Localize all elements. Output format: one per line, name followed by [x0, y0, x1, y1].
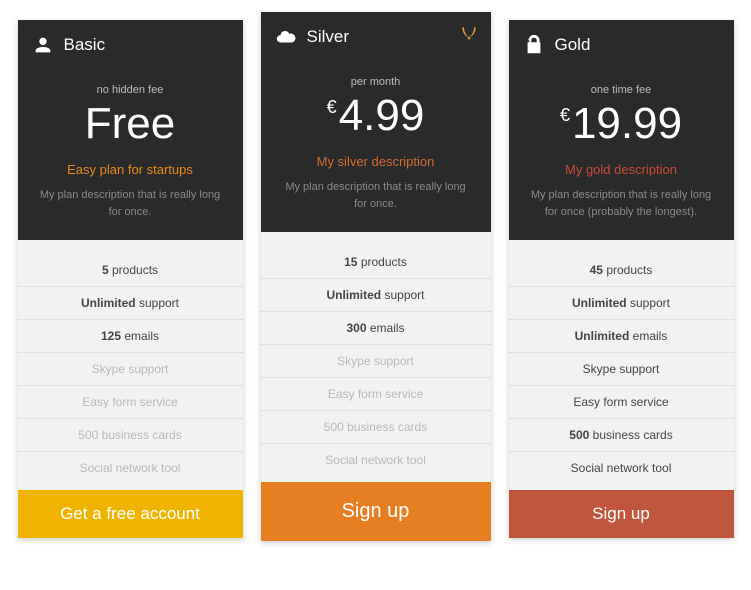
tagline: Easy plan for startups [32, 162, 229, 177]
plan-silver: Silver per month €4.99 My silver descriptio… [261, 12, 491, 541]
laurel-icon [459, 24, 479, 44]
feature-item: Social network tool [261, 444, 491, 476]
feature-bold: Unlimited [326, 288, 381, 302]
price-amount: 19.99 [572, 100, 682, 148]
price-box: per month €4.99 My silver description My pl… [261, 58, 491, 232]
price-amount: Free [85, 100, 175, 148]
long-description: My plan description that is really long … [523, 187, 720, 220]
fee-label: per month [275, 76, 477, 88]
feature-item: Unlimited emails [509, 320, 734, 353]
feature-text: business cards [593, 428, 673, 442]
feature-bold: 300 [346, 321, 366, 335]
feature-item: Easy form service [509, 386, 734, 419]
feature-text: support [139, 296, 179, 310]
feature-text: Easy form service [573, 395, 668, 409]
plan-header: Basic [18, 20, 243, 66]
feature-bold: 5 [102, 263, 109, 277]
price: €4.99 [327, 92, 425, 140]
feature-item: 500 business cards [509, 419, 734, 452]
pricing-container: Basic no hidden fee Free Easy plan for star… [10, 20, 741, 541]
plan-title: Basic [64, 35, 106, 55]
feature-text: products [606, 263, 652, 277]
feature-item: 500 business cards [261, 411, 491, 444]
plan-gold: Gold one time fee €19.99 My gold descriptio… [509, 20, 734, 538]
feature-text: Skype support [92, 362, 169, 376]
price: €19.99 [560, 100, 682, 148]
price-box: no hidden fee Free Easy plan for startups M… [18, 66, 243, 240]
feature-text: Social network tool [325, 453, 426, 467]
feature-bold: Unlimited [572, 296, 627, 310]
feature-bold: 45 [590, 263, 603, 277]
signup-button[interactable]: Get a free account [18, 490, 243, 538]
feature-item: 300 emails [261, 312, 491, 345]
feature-item: Easy form service [18, 386, 243, 419]
feature-item: Unlimited support [261, 279, 491, 312]
price-amount: 4.99 [339, 92, 425, 140]
feature-text: emails [633, 329, 668, 343]
feature-item: Skype support [18, 353, 243, 386]
feature-bold: Unlimited [81, 296, 136, 310]
feature-text: Skype support [337, 354, 414, 368]
feature-bold: 15 [344, 255, 357, 269]
feature-item: Skype support [261, 345, 491, 378]
feature-text: Skype support [583, 362, 660, 376]
feature-list: 15 productsUnlimited support300 emailsSk… [261, 232, 491, 482]
plan-header: Gold [509, 20, 734, 66]
signup-button[interactable]: Sign up [509, 490, 734, 538]
fee-label: no hidden fee [32, 84, 229, 96]
feature-text: 500 business cards [78, 428, 181, 442]
price: Free [85, 100, 175, 148]
feature-text: products [361, 255, 407, 269]
tagline: My silver description [275, 154, 477, 169]
feature-item: Unlimited support [509, 287, 734, 320]
plan-header: Silver [261, 12, 491, 58]
currency: € [327, 98, 337, 118]
feature-text: emails [124, 329, 159, 343]
feature-text: Social network tool [80, 461, 181, 475]
plan-title: Silver [307, 27, 350, 47]
person-icon [32, 34, 54, 56]
feature-text: Easy form service [82, 395, 177, 409]
feature-text: products [112, 263, 158, 277]
feature-item: 15 products [261, 246, 491, 279]
feature-bold: 125 [101, 329, 121, 343]
feature-item: 500 business cards [18, 419, 243, 452]
feature-text: support [630, 296, 670, 310]
fee-label: one time fee [523, 84, 720, 96]
feature-text: emails [370, 321, 405, 335]
feature-list: 45 productsUnlimited supportUnlimited em… [509, 240, 734, 490]
feature-text: support [384, 288, 424, 302]
tagline: My gold description [523, 162, 720, 177]
currency: € [560, 106, 570, 126]
feature-item: Easy form service [261, 378, 491, 411]
plan-title: Gold [555, 35, 591, 55]
feature-item: Social network tool [509, 452, 734, 484]
cloud-icon [275, 26, 297, 48]
feature-item: Skype support [509, 353, 734, 386]
feature-list: 5 productsUnlimited support125 emailsSky… [18, 240, 243, 490]
feature-text: Easy form service [328, 387, 423, 401]
long-description: My plan description that is really long … [32, 187, 229, 220]
plan-basic: Basic no hidden fee Free Easy plan for star… [18, 20, 243, 538]
feature-text: Social network tool [571, 461, 672, 475]
feature-item: 45 products [509, 254, 734, 287]
long-description: My plan description that is really long … [275, 179, 477, 212]
feature-item: Social network tool [18, 452, 243, 484]
feature-item: Unlimited support [18, 287, 243, 320]
feature-item: 125 emails [18, 320, 243, 353]
feature-text: 500 business cards [324, 420, 427, 434]
signup-button[interactable]: Sign up [261, 482, 491, 541]
feature-bold: Unlimited [575, 329, 630, 343]
feature-bold: 500 [569, 428, 589, 442]
lock-icon [523, 34, 545, 56]
price-box: one time fee €19.99 My gold description My … [509, 66, 734, 240]
feature-item: 5 products [18, 254, 243, 287]
